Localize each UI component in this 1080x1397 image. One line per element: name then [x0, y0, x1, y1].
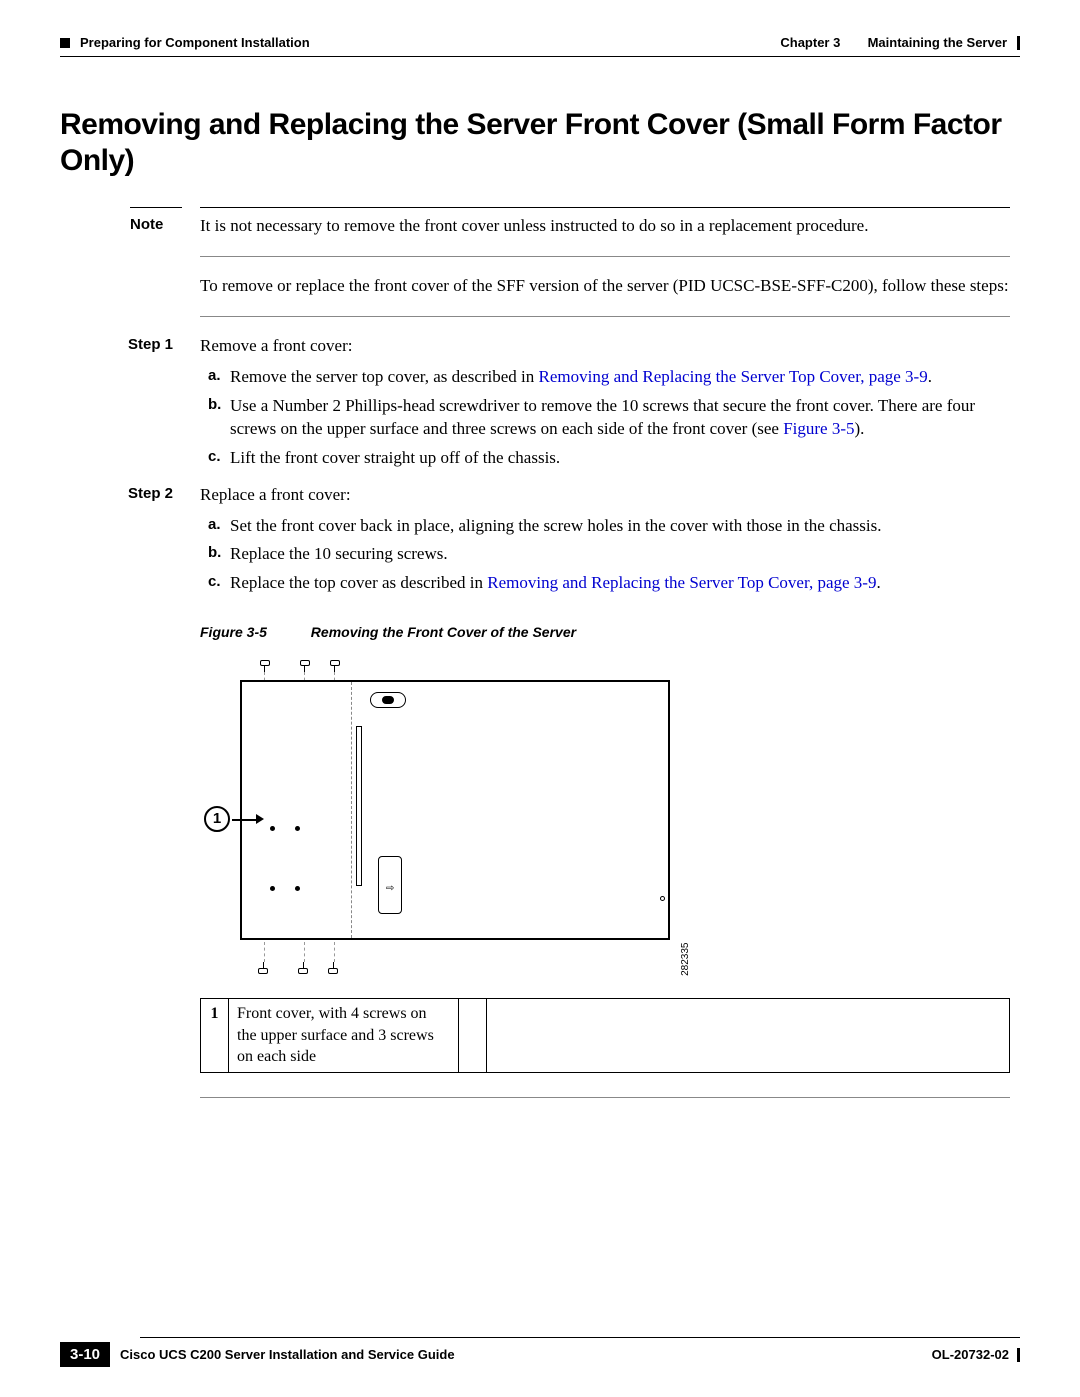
page-footer: 3-10 Cisco UCS C200 Server Installation … — [60, 1337, 1020, 1367]
note-text: It is not necessary to remove the front … — [200, 216, 868, 235]
callout-marker: 1 — [204, 806, 230, 832]
figure-diagram: ⇨ 1 282335 — [200, 656, 690, 986]
page-header: Preparing for Component Installation Cha… — [60, 35, 1020, 50]
footer-guide-title: Cisco UCS C200 Server Installation and S… — [120, 1347, 455, 1362]
step-2: Step 2 Replace a front cover: a. Set the… — [200, 484, 1010, 596]
sub-item: a. Set the front cover back in place, al… — [230, 515, 1010, 538]
sub-item: a. Remove the server top cover, as descr… — [230, 366, 1010, 389]
step-label: Step 2 — [128, 484, 173, 504]
header-bar-icon — [1017, 36, 1020, 50]
sub-item: c. Lift the front cover straight up off … — [230, 447, 1010, 470]
footer-doc-id: OL-20732-02 — [932, 1347, 1009, 1362]
header-chapter: Chapter 3 — [780, 35, 840, 50]
footer-bar-icon — [1017, 1348, 1020, 1362]
step-text: Replace a front cover: — [200, 485, 351, 504]
note-block: Note It is not necessary to remove the f… — [200, 215, 1010, 238]
figure-caption: Figure 3-5 Removing the Front Cover of t… — [200, 623, 1010, 642]
sub-item: c. Replace the top cover as described in… — [230, 572, 1010, 595]
xref-link[interactable]: Figure 3-5 — [783, 419, 854, 438]
figure-id: 282335 — [679, 942, 693, 975]
legend-num: 1 — [201, 999, 229, 1073]
page-title: Removing and Replacing the Server Front … — [60, 107, 1020, 179]
step-text: Remove a front cover: — [200, 336, 352, 355]
header-square-icon — [60, 38, 70, 48]
step-1: Step 1 Remove a front cover: a. Remove t… — [200, 335, 1010, 470]
header-rule — [60, 56, 1020, 57]
xref-link[interactable]: Removing and Replacing the Server Top Co… — [539, 367, 928, 386]
note-label: Note — [130, 215, 163, 235]
header-chapter-title: Maintaining the Server — [868, 35, 1007, 50]
sub-item: b. Use a Number 2 Phillips-head screwdri… — [230, 395, 1010, 441]
page-number: 3-10 — [60, 1342, 110, 1367]
legend-desc: Front cover, with 4 screws on the upper … — [229, 999, 459, 1073]
xref-link[interactable]: Removing and Replacing the Server Top Co… — [487, 573, 876, 592]
intro-text: To remove or replace the front cover of … — [200, 275, 1010, 298]
header-section: Preparing for Component Installation — [80, 35, 310, 50]
sub-item: b. Replace the 10 securing screws. — [230, 543, 1010, 566]
step-label: Step 1 — [128, 335, 173, 355]
section-end-rule — [200, 1097, 1010, 1098]
figure-legend: 1 Front cover, with 4 screws on the uppe… — [200, 998, 1010, 1073]
